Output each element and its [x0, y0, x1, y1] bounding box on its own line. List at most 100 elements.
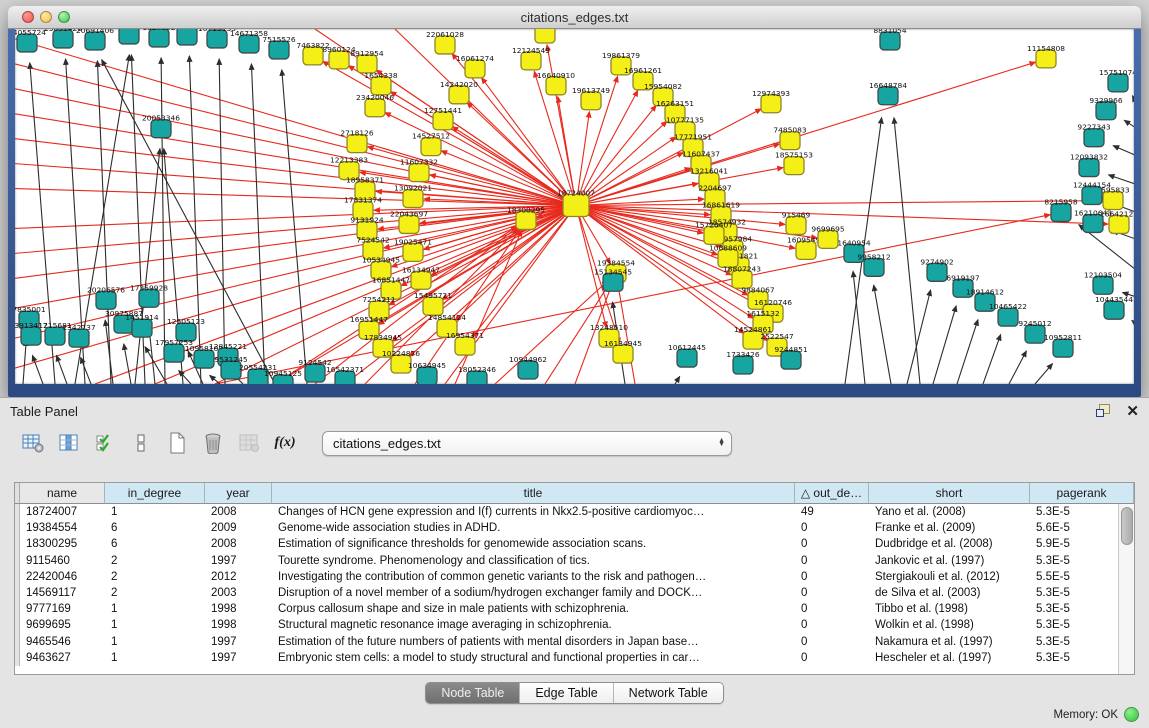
- graph-node[interactable]: 20206576: [87, 285, 125, 309]
- graph-node-label: 18575153: [775, 151, 813, 160]
- graph-node[interactable]: 10952811: [1044, 333, 1082, 357]
- add-column-icon[interactable]: [56, 431, 82, 455]
- float-window-icon[interactable]: [1096, 404, 1112, 418]
- close-window-icon[interactable]: [22, 11, 34, 23]
- graph-node[interactable]: 1733426: [726, 350, 760, 374]
- graph-node[interactable]: 1527602: [142, 29, 175, 47]
- graph-node[interactable]: 19613749: [572, 86, 610, 110]
- column-header-title[interactable]: title: [272, 483, 795, 504]
- graph-node[interactable]: 23420046: [356, 93, 394, 117]
- graph-node[interactable]: 9958212: [857, 252, 890, 276]
- minimize-window-icon[interactable]: [40, 11, 52, 23]
- network-canvas[interactable]: 1872400714055724230914262069140610653287…: [15, 29, 1134, 384]
- graph-node[interactable]: 10443544: [1095, 295, 1133, 319]
- graph-node[interactable]: 12974393: [752, 89, 790, 113]
- table-cell: 0: [795, 652, 869, 664]
- table-vertical-scrollbar[interactable]: [1118, 504, 1134, 674]
- table-row[interactable]: 2242004622012Investigating the contribut…: [15, 569, 1134, 585]
- citation-edge-black: [210, 375, 220, 384]
- new-table-icon[interactable]: [20, 431, 46, 455]
- column-header-out_de[interactable]: △ out_de…: [795, 483, 869, 504]
- table-cell: Stergiakouli et al. (2012): [869, 571, 1030, 583]
- graph-node[interactable]: 16640910: [537, 71, 575, 95]
- memory-status-icon[interactable]: [1124, 707, 1139, 722]
- graph-node[interactable]: 22043697: [390, 209, 428, 233]
- graph-node[interactable]: 8912954: [350, 49, 384, 73]
- scrollbar-thumb[interactable]: [1121, 507, 1133, 545]
- new-document-icon[interactable]: [164, 431, 190, 455]
- graph-node[interactable]: 10945125: [264, 369, 302, 384]
- graph-node[interactable]: 16954371: [446, 331, 484, 355]
- graph-node[interactable]: 12751441: [424, 106, 462, 130]
- graph-node[interactable]: 10944962: [509, 355, 547, 379]
- graph-node[interactable]: 10634945: [408, 361, 446, 384]
- graph-node[interactable]: 8813074: [528, 29, 562, 43]
- graph-node-hub[interactable]: 18724007: [557, 189, 595, 217]
- table-row[interactable]: 1872400712008Changes of HCN gene express…: [15, 504, 1134, 520]
- graph-node[interactable]: 15751074: [1099, 68, 1134, 92]
- graph-node[interactable]: 16648784: [869, 81, 907, 105]
- graph-node[interactable]: 9244851: [774, 345, 808, 369]
- graph-node[interactable]: 14242020: [440, 80, 478, 104]
- column-header-name[interactable]: name: [20, 483, 105, 504]
- graph-node[interactable]: 1342737: [62, 323, 96, 347]
- table-selector-dropdown[interactable]: citations_edges.txt ▲▼: [322, 431, 732, 456]
- window-titlebar[interactable]: citations_edges.txt: [8, 6, 1141, 29]
- graph-node[interactable]: 7485083: [773, 126, 807, 150]
- import-table-icon[interactable]: [236, 431, 262, 455]
- column-header-short[interactable]: short: [869, 483, 1030, 504]
- graph-node[interactable]: 13092021: [394, 184, 432, 208]
- graph-node[interactable]: 20053346: [142, 114, 180, 138]
- traffic-lights: [22, 11, 70, 23]
- graph-node[interactable]: 10612445: [668, 343, 706, 367]
- column-header-in_degree[interactable]: in_degree: [105, 483, 205, 504]
- graph-node-label: 11607332: [400, 158, 438, 167]
- table-row[interactable]: 969969511998Structural magnetic resonanc…: [15, 617, 1134, 633]
- table-row[interactable]: 1830029562008Estimation of significance …: [15, 536, 1134, 552]
- table-row[interactable]: 911546021997Tourette syndrome. Phenomeno…: [15, 553, 1134, 569]
- column-header-year[interactable]: year: [205, 483, 272, 504]
- graph-node[interactable]: 18575153: [775, 151, 813, 175]
- column-header-pagerank[interactable]: pagerank: [1030, 483, 1134, 504]
- graph-node[interactable]: 12124549: [512, 46, 550, 70]
- select-columns-icon[interactable]: [92, 431, 118, 455]
- graph-node-label: 2204697: [698, 184, 732, 193]
- citation-edge-black: [675, 377, 680, 384]
- graph-node[interactable]: 12093832: [1070, 153, 1108, 177]
- graph-node[interactable]: 2718126: [340, 129, 374, 153]
- graph-node[interactable]: 18052346: [458, 365, 496, 384]
- delete-table-icon[interactable]: [200, 431, 226, 455]
- network-window: citations_edges.txt 18724007140557242309…: [8, 6, 1141, 397]
- graph-node-label: 7524542: [356, 235, 389, 244]
- graph-node[interactable]: 9329966: [1089, 96, 1123, 120]
- table-row[interactable]: 946554611997Estimation of the future num…: [15, 634, 1134, 650]
- graph-node[interactable]: 7515526: [262, 35, 296, 59]
- tab-network-table[interactable]: Network Table: [614, 683, 723, 703]
- graph-node[interactable]: 8831054: [873, 29, 907, 50]
- graph-node[interactable]: 8215958: [1044, 198, 1078, 222]
- table-row[interactable]: 977716911998Corpus callosum shape and si…: [15, 601, 1134, 617]
- row-height-icon[interactable]: [128, 431, 154, 455]
- table-row[interactable]: 946362711997Embryonic stem cells: a mode…: [15, 650, 1134, 666]
- table-cell: 9777169: [20, 603, 105, 615]
- graph-node[interactable]: 9227343: [1077, 123, 1111, 147]
- table-row[interactable]: 1938455462009Genome-wide association stu…: [15, 520, 1134, 536]
- tab-edge-table[interactable]: Edge Table: [520, 683, 613, 703]
- graph-node[interactable]: 12103504: [1084, 270, 1122, 294]
- close-panel-icon[interactable]: ✕: [1126, 404, 1139, 419]
- zoom-window-icon[interactable]: [58, 11, 70, 23]
- graph-node[interactable]: 16134945: [604, 339, 642, 363]
- graph-node-label: 20053346: [142, 114, 180, 123]
- graph-node[interactable]: 22061028: [426, 30, 464, 54]
- graph-node[interactable]: 915469: [782, 210, 811, 234]
- table-row[interactable]: 1456911722003Disruption of a novel membe…: [15, 585, 1134, 601]
- function-builder-icon[interactable]: f(x): [272, 431, 298, 455]
- graph-node[interactable]: 1654338: [364, 71, 398, 95]
- graph-node[interactable]: 11154808: [1027, 44, 1065, 68]
- graph-node[interactable]: 20691406: [76, 29, 114, 50]
- tab-node-table[interactable]: Node Table: [426, 683, 520, 703]
- graph-node[interactable]: 16542371: [326, 365, 364, 384]
- graph-node[interactable]: 14055724: [15, 29, 46, 52]
- graph-node[interactable]: 16210643: [1074, 208, 1112, 232]
- node-table: namein_degreeyeartitle△ out_de…shortpage…: [14, 482, 1135, 675]
